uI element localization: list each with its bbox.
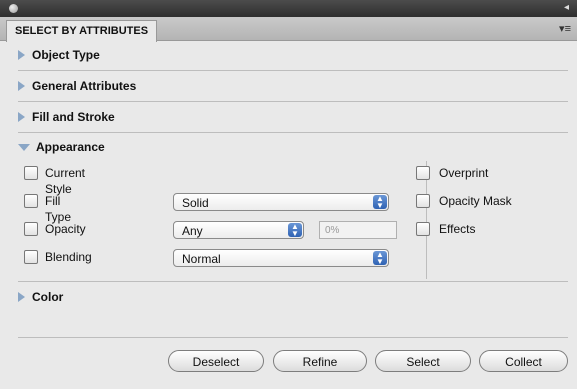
opacity-value: Any	[182, 224, 203, 238]
fill-type-value: Solid	[182, 196, 209, 210]
section-label: Fill and Stroke	[32, 110, 115, 124]
section-general-attributes[interactable]: General Attributes	[18, 71, 568, 102]
triangle-right-icon	[18, 81, 25, 91]
tab-select-by-attributes[interactable]: SELECT BY ATTRIBUTES	[6, 20, 158, 42]
opacity-label: Opacity	[45, 222, 86, 236]
section-color[interactable]: Color	[18, 282, 568, 312]
opacity-percent-field[interactable]: 0%	[319, 221, 397, 239]
refine-button[interactable]: Refine	[273, 350, 367, 372]
collect-button[interactable]: Collect	[479, 350, 568, 372]
section-object-type[interactable]: Object Type	[18, 40, 568, 71]
appearance-header[interactable]: Appearance	[18, 133, 568, 161]
triangle-right-icon	[18, 292, 25, 302]
deselect-button[interactable]: Deselect	[168, 350, 264, 372]
blending-label: Blending	[45, 250, 92, 264]
panel-titlebar: ◂	[0, 0, 577, 17]
opacity-mask-label: Opacity Mask	[439, 194, 512, 208]
fill-type-select[interactable]: Solid ▲ ▼	[173, 193, 389, 211]
close-icon[interactable]	[9, 4, 18, 13]
fill-type-checkbox[interactable]	[24, 194, 38, 208]
effects-label: Effects	[439, 222, 476, 236]
opacity-checkbox[interactable]	[24, 222, 38, 236]
triangle-right-icon	[18, 50, 25, 60]
overprint-label: Overprint	[439, 166, 489, 180]
panel-content: Object Type General Attributes Fill and …	[18, 40, 568, 312]
section-appearance: Appearance Current Style Fill Type Solid…	[18, 133, 568, 282]
select-button[interactable]: Select	[375, 350, 471, 372]
collapse-icon[interactable]: ◂	[564, 2, 569, 13]
effects-checkbox[interactable]	[416, 222, 430, 236]
section-label: General Attributes	[32, 79, 137, 93]
updown-arrows-icon: ▲ ▼	[373, 195, 387, 210]
section-divider	[18, 337, 568, 338]
opacity-select[interactable]: Any ▲ ▼	[173, 221, 304, 239]
section-label: Color	[32, 290, 64, 304]
overprint-checkbox[interactable]	[416, 166, 430, 180]
triangle-down-icon	[18, 144, 30, 151]
section-label: Object Type	[32, 48, 100, 62]
current-style-checkbox[interactable]	[24, 166, 38, 180]
select-by-attributes-panel: ◂ SELECT BY ATTRIBUTES ▾≡ Object Type Ge…	[0, 0, 577, 389]
tab-bar: SELECT BY ATTRIBUTES ▾≡	[0, 17, 577, 42]
updown-arrows-icon: ▲ ▼	[288, 223, 302, 238]
triangle-right-icon	[18, 112, 25, 122]
panel-menu-icon[interactable]: ▾≡	[559, 22, 571, 35]
opacity-mask-checkbox[interactable]	[416, 194, 430, 208]
blending-value: Normal	[182, 252, 221, 266]
section-fill-and-stroke[interactable]: Fill and Stroke	[18, 102, 568, 133]
blending-checkbox[interactable]	[24, 250, 38, 264]
updown-arrows-icon: ▲ ▼	[373, 251, 387, 266]
blending-select[interactable]: Normal ▲ ▼	[173, 249, 389, 267]
section-label: Appearance	[36, 140, 105, 154]
